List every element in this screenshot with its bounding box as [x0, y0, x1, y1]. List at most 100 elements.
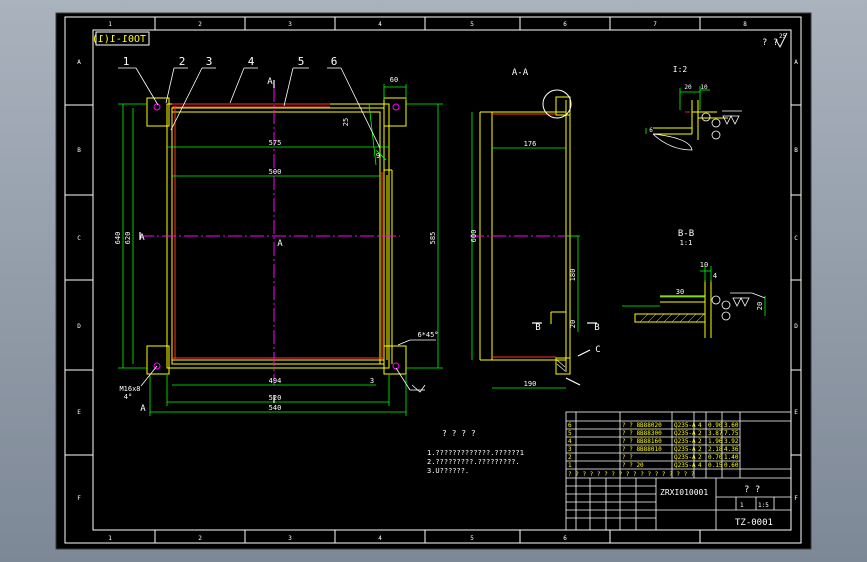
row-label: A — [794, 59, 798, 66]
row-label: B — [794, 147, 798, 154]
col-label: 8 — [743, 21, 747, 28]
col-label: 7 — [653, 21, 657, 28]
balloon-6: 6 — [331, 55, 338, 68]
col-label: 5 — [470, 535, 474, 542]
bom-code: ? ? 8B88160 — [622, 438, 662, 445]
notes-line-2: 2.?????????.?????????. — [427, 458, 520, 466]
bom-qty: 2 — [698, 454, 702, 461]
bom-material: Q235-A — [674, 438, 696, 445]
dim-60: 60 — [390, 76, 398, 84]
section-a-top: A — [267, 77, 273, 87]
row-label: F — [77, 495, 81, 502]
row-label: A — [77, 59, 81, 66]
bb-dim-4: 4 — [713, 272, 717, 280]
notes-title: ? ? ? ? — [442, 429, 476, 438]
bom-no: 1 — [568, 462, 572, 469]
bom-no: 2 — [568, 454, 572, 461]
detail-dim-6: 6 — [649, 127, 653, 134]
dim-9: 9 — [376, 152, 380, 160]
col-label: 6 — [563, 535, 567, 542]
bom-qty: 2 — [698, 446, 702, 453]
dim-520: 520 — [269, 394, 282, 402]
dim-640: 640 — [114, 232, 122, 245]
title-sheet: 1 — [740, 502, 744, 509]
title-scale: 1:5 — [758, 502, 769, 509]
section-bb-title: B-B — [678, 229, 694, 239]
title-code: TZ-0001 — [735, 518, 773, 528]
bom-weight: 2.18 — [708, 446, 723, 453]
bom-total: 7.75 — [724, 430, 739, 437]
detail-title: I:2 — [673, 65, 688, 74]
bom-no: 6 — [568, 422, 572, 429]
bom-qty: 4 — [698, 422, 702, 429]
col-label: 4 — [378, 21, 382, 28]
bom-material: Q235-A — [674, 446, 696, 453]
col-label: 1 — [108, 21, 112, 28]
col-label: 2 — [198, 21, 202, 28]
bom-total: 3.92 — [724, 438, 739, 445]
row-label: B — [77, 147, 81, 154]
bom-material: Q235-A — [674, 422, 696, 429]
bb-dim-20: 20 — [756, 302, 764, 310]
bom-material: Q235-A — [674, 462, 696, 469]
bom-weight: 0.90 — [708, 422, 723, 429]
bom-no: 3 — [568, 446, 572, 453]
drawing-code-mirrored: TO01-1(1) — [92, 34, 146, 45]
bom-qty: 2 — [698, 430, 702, 437]
bom-total: 0.60 — [724, 462, 739, 469]
detail-dim-20: 20 — [684, 84, 692, 91]
dim-585: 585 — [429, 232, 437, 245]
row-label: D — [794, 323, 798, 330]
bom-total: 1.40 — [724, 454, 739, 461]
bom-qty: 4 — [698, 462, 702, 469]
bom-code: ? ? 8B88010 — [622, 446, 662, 453]
col-label: 1 — [108, 535, 112, 542]
detail-dim-10: 10 — [700, 84, 708, 91]
section-a-center: A — [277, 239, 283, 249]
bom-material: Q235-A — [674, 454, 696, 461]
dim-600: 600 — [470, 230, 478, 243]
balloon-4: 4 — [248, 55, 255, 68]
row-label: E — [77, 409, 81, 416]
balloon-2: 2 — [179, 55, 186, 68]
col-label: 3 — [288, 21, 292, 28]
dim-25: 25 — [342, 118, 350, 126]
dim-20: 20 — [569, 320, 577, 328]
row-label: C — [77, 235, 81, 242]
dim-620: 620 — [124, 232, 132, 245]
bom-code: ? ? 20 — [622, 462, 644, 469]
section-aa-title: A-A — [512, 68, 529, 78]
row-label: D — [77, 323, 81, 330]
dim-494: 494 — [269, 377, 282, 385]
col-label: 5 — [470, 21, 474, 28]
balloon-3: 3 — [206, 55, 213, 68]
dim-190: 190 — [524, 380, 537, 388]
section-a-bottom: A — [140, 404, 146, 414]
dim-180: 180 — [569, 269, 577, 282]
bom-weight: 1.96 — [708, 438, 723, 445]
title-name: ? ? — [744, 485, 760, 495]
bom-total: 4.36 — [724, 446, 739, 453]
dim-575: 575 — [269, 139, 282, 147]
cad-drawing-viewport[interactable]: 1 2 3 4 5 6 7 8 1 2 3 4 5 6 A B C D E F … — [0, 0, 867, 562]
row-label: E — [794, 409, 798, 416]
detail-c-label: C — [595, 345, 600, 355]
col-label: 6 — [563, 21, 567, 28]
col-label: 3 — [288, 535, 292, 542]
bb-dim-30: 30 — [676, 288, 684, 296]
bom-no: 5 — [568, 430, 572, 437]
balloon-5: 5 — [298, 55, 305, 68]
dim-500: 500 — [269, 168, 282, 176]
top-right-mark: ? ? — [762, 38, 778, 48]
section-a-left: A — [139, 233, 145, 243]
col-label: 2 — [198, 535, 202, 542]
bom-weight: 3.87 — [708, 430, 723, 437]
title-drawing-no: ZRXI010001 — [660, 488, 708, 497]
bom-no: 4 — [568, 438, 572, 445]
notes-line-3: 3.U??????. — [427, 467, 469, 475]
bom-header: ? ? ? ? ? ? ? ? ? ? ? ? ? ? ? ? ? ? — [568, 471, 695, 478]
bom-total: 3.60 — [724, 422, 739, 429]
dim-540: 540 — [269, 404, 282, 412]
section-b-right: B — [594, 323, 599, 333]
section-bb-scale: 1:1 — [680, 239, 693, 247]
